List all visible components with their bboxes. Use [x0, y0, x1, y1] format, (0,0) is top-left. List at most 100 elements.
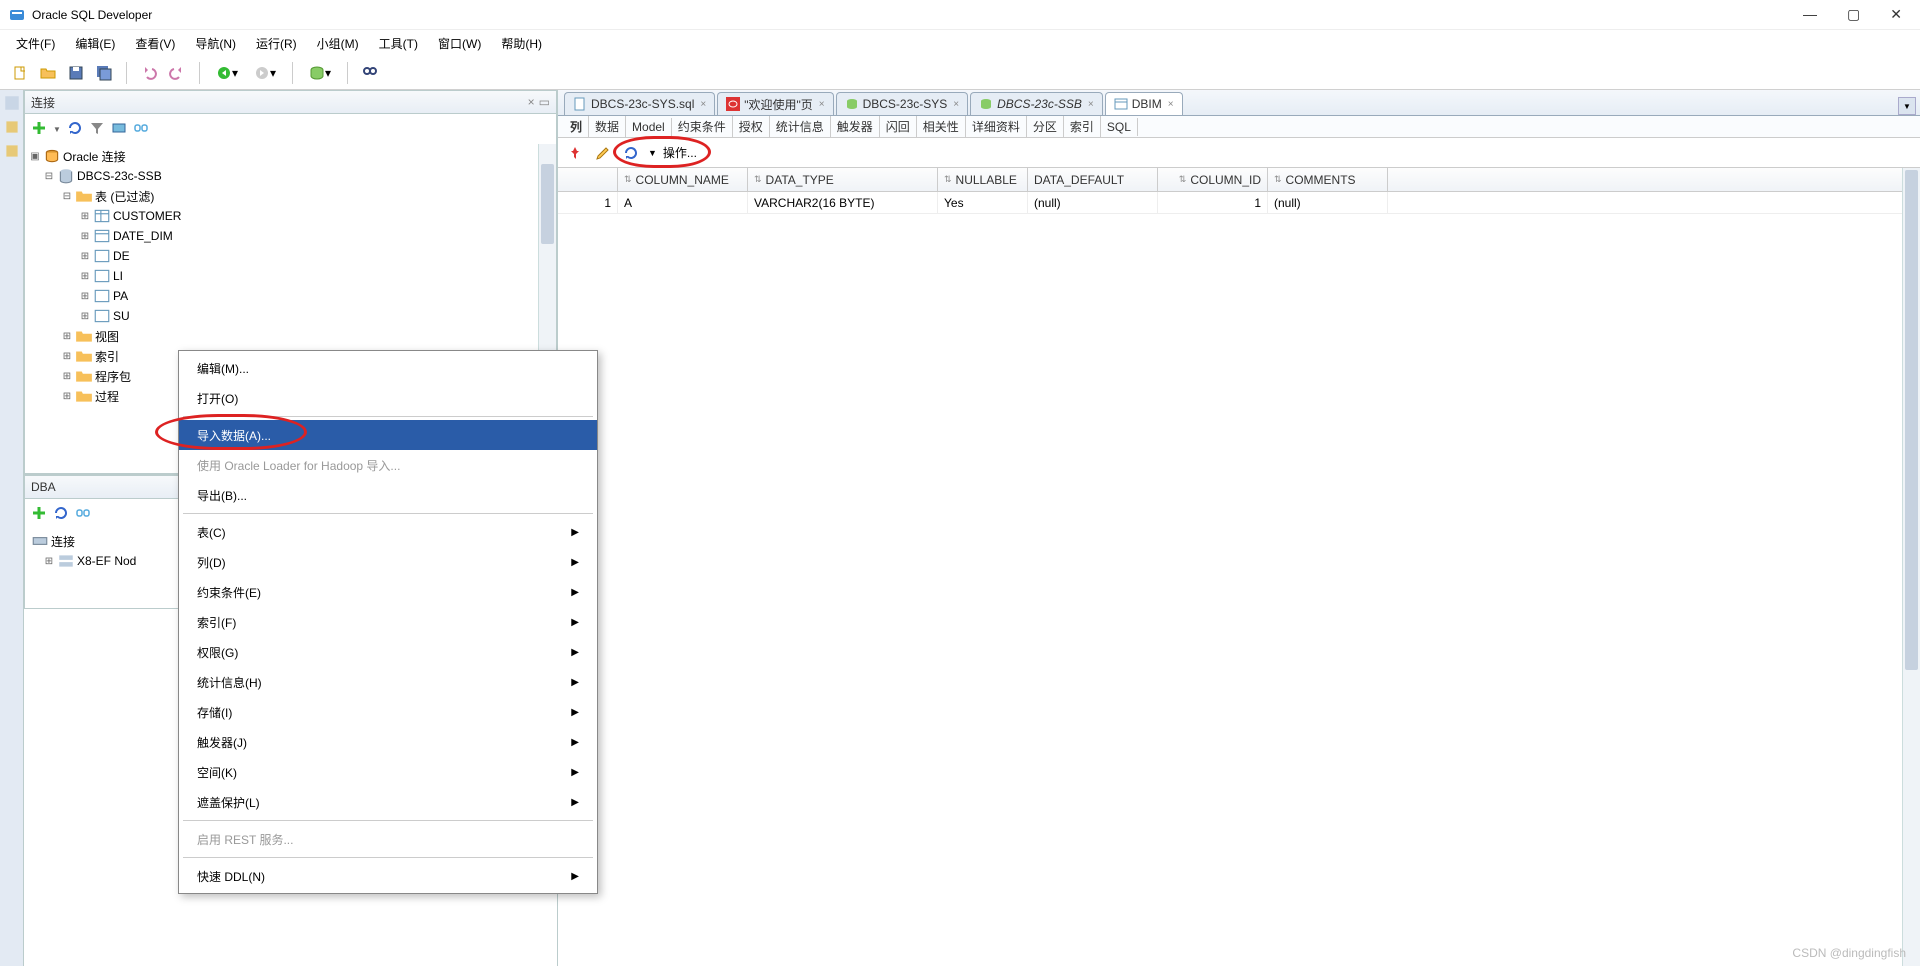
menu-window[interactable]: 窗口(W)	[428, 32, 491, 55]
menu-help[interactable]: 帮助(H)	[491, 32, 552, 55]
tab-close-icon[interactable]: ×	[819, 99, 825, 110]
ctx-space[interactable]: 空间(K)▶	[179, 757, 597, 787]
tree-table-item[interactable]: ⊞DE	[25, 246, 556, 266]
pin-icon[interactable]	[564, 142, 586, 164]
tab-worksheet[interactable]: DBCS-23c-SYS×	[836, 92, 969, 115]
tab-close-icon[interactable]: ×	[700, 99, 706, 110]
subtab-statistics[interactable]: 统计信息	[770, 116, 831, 137]
tree-table-item[interactable]: ⊞PA	[25, 286, 556, 306]
refresh-button[interactable]	[53, 505, 69, 524]
panel-pin-icon[interactable]: ▭	[539, 95, 550, 109]
column-header[interactable]: ⇅DATA_TYPE	[748, 168, 938, 191]
maximize-button[interactable]: ▢	[1847, 6, 1860, 23]
menu-view[interactable]: 查看(V)	[125, 32, 185, 55]
columns-grid[interactable]: ⇅COLUMN_NAME ⇅DATA_TYPE ⇅NULLABLE DATA_D…	[558, 168, 1920, 966]
tab-close-icon[interactable]: ×	[953, 99, 959, 110]
add-button[interactable]	[31, 505, 47, 524]
ctx-table[interactable]: 表(C)▶	[179, 517, 597, 547]
new-button[interactable]	[8, 61, 32, 85]
menu-nav[interactable]: 导航(N)	[185, 32, 246, 55]
subtab-grants[interactable]: 授权	[733, 116, 770, 137]
column-header[interactable]: DATA_DEFAULT	[1028, 168, 1158, 191]
ctx-import-data[interactable]: 导入数据(A)...	[179, 420, 597, 450]
ctx-column[interactable]: 列(D)▶	[179, 547, 597, 577]
subtab-model[interactable]: Model	[626, 118, 672, 136]
refresh-icon[interactable]	[620, 142, 642, 164]
rail-icon[interactable]	[3, 94, 21, 112]
edit-icon[interactable]	[592, 142, 614, 164]
actions-link[interactable]: 操作...	[663, 144, 697, 161]
ctx-storage[interactable]: 存储(I)▶	[179, 697, 597, 727]
save-all-button[interactable]	[92, 61, 116, 85]
ctx-export[interactable]: 导出(B)...	[179, 480, 597, 510]
tab-list-dropdown[interactable]: ▼	[1898, 97, 1916, 115]
subtab-data[interactable]: 数据	[589, 116, 626, 137]
menu-edit[interactable]: 编辑(E)	[65, 32, 125, 55]
panel-close-icon[interactable]: ×	[528, 95, 535, 109]
new-connection-button[interactable]	[31, 120, 47, 139]
subtab-triggers[interactable]: 触发器	[831, 116, 880, 137]
grid-row[interactable]: 1 A VARCHAR2(16 BYTE) Yes (null) 1 (null…	[558, 192, 1920, 214]
filter-button[interactable]	[89, 120, 105, 139]
close-button[interactable]: ✕	[1890, 6, 1902, 23]
dropdown-arrow-icon[interactable]: ▼	[648, 148, 657, 158]
column-header[interactable]: ⇅NULLABLE	[938, 168, 1028, 191]
subtab-details[interactable]: 详细资料	[966, 116, 1027, 137]
tree-connection[interactable]: ⊟DBCS-23c-SSB	[25, 166, 556, 186]
menu-run[interactable]: 运行(R)	[246, 32, 307, 55]
back-button[interactable]: ▾	[210, 61, 244, 85]
menu-team[interactable]: 小组(M)	[307, 32, 369, 55]
tab-close-icon[interactable]: ×	[1088, 99, 1094, 110]
find-button[interactable]	[358, 61, 382, 85]
tab-table[interactable]: DBIM×	[1105, 92, 1183, 115]
ctx-privilege[interactable]: 权限(G)▶	[179, 637, 597, 667]
tree-table-item[interactable]: ⊞SU	[25, 306, 556, 326]
ctx-edit[interactable]: 编辑(M)...	[179, 353, 597, 383]
refresh-button[interactable]	[67, 120, 83, 139]
tree-table-item[interactable]: ⊞DATE_DIM	[25, 226, 556, 246]
column-header[interactable]: ⇅COMMENTS	[1268, 168, 1388, 191]
connections-panel-header[interactable]: 连接 × ▭	[24, 90, 557, 114]
subtab-dependencies[interactable]: 相关性	[917, 116, 966, 137]
tree-table-item[interactable]: ⊞CUSTOMER	[25, 206, 556, 226]
sql-worksheet-button[interactable]: ▾	[303, 61, 337, 85]
ctx-index[interactable]: 索引(F)▶	[179, 607, 597, 637]
minimize-button[interactable]: ―	[1803, 6, 1817, 23]
tree-root[interactable]: ▣Oracle 连接	[25, 146, 556, 166]
ctx-quick-ddl[interactable]: 快速 DDL(N)▶	[179, 861, 597, 891]
ctx-open[interactable]: 打开(O)	[179, 383, 597, 413]
link-button[interactable]	[75, 505, 91, 524]
save-button[interactable]	[64, 61, 88, 85]
ctx-constraint[interactable]: 约束条件(E)▶	[179, 577, 597, 607]
tns-button[interactable]	[111, 120, 127, 139]
column-header[interactable]: ⇅COLUMN_ID	[1158, 168, 1268, 191]
tree-folder[interactable]: ⊞视图	[25, 326, 556, 346]
subtab-constraints[interactable]: 约束条件	[672, 116, 733, 137]
tab-welcome[interactable]: "欢迎使用"页×	[717, 92, 833, 115]
subtab-sql[interactable]: SQL	[1101, 118, 1138, 136]
forward-button[interactable]: ▾	[248, 61, 282, 85]
rail-icon[interactable]	[3, 118, 21, 136]
ctx-trigger[interactable]: 触发器(J)▶	[179, 727, 597, 757]
dropdown-arrow-icon[interactable]: ▼	[53, 125, 61, 134]
tab-sql-file[interactable]: DBCS-23c-SYS.sql×	[564, 92, 715, 115]
row-number-header[interactable]	[558, 168, 618, 191]
subtab-indexes[interactable]: 索引	[1064, 116, 1101, 137]
menu-tools[interactable]: 工具(T)	[369, 32, 428, 55]
ctx-statistics[interactable]: 统计信息(H)▶	[179, 667, 597, 697]
subtab-columns[interactable]: 列	[564, 116, 589, 137]
tab-worksheet[interactable]: DBCS-23c-SSB×	[970, 92, 1103, 115]
undo-button[interactable]	[137, 61, 161, 85]
link-button[interactable]	[133, 120, 149, 139]
tree-tables-folder[interactable]: ⊟表 (已过滤)	[25, 186, 556, 206]
open-button[interactable]	[36, 61, 60, 85]
subtab-partitions[interactable]: 分区	[1027, 116, 1064, 137]
tree-table-item[interactable]: ⊞LI	[25, 266, 556, 286]
rail-icon[interactable]	[3, 142, 21, 160]
subtab-flashback[interactable]: 闪回	[880, 116, 917, 137]
column-header[interactable]: ⇅COLUMN_NAME	[618, 168, 748, 191]
ctx-mask[interactable]: 遮盖保护(L)▶	[179, 787, 597, 817]
menu-file[interactable]: 文件(F)	[6, 32, 65, 55]
grid-scrollbar[interactable]	[1902, 168, 1920, 966]
redo-button[interactable]	[165, 61, 189, 85]
